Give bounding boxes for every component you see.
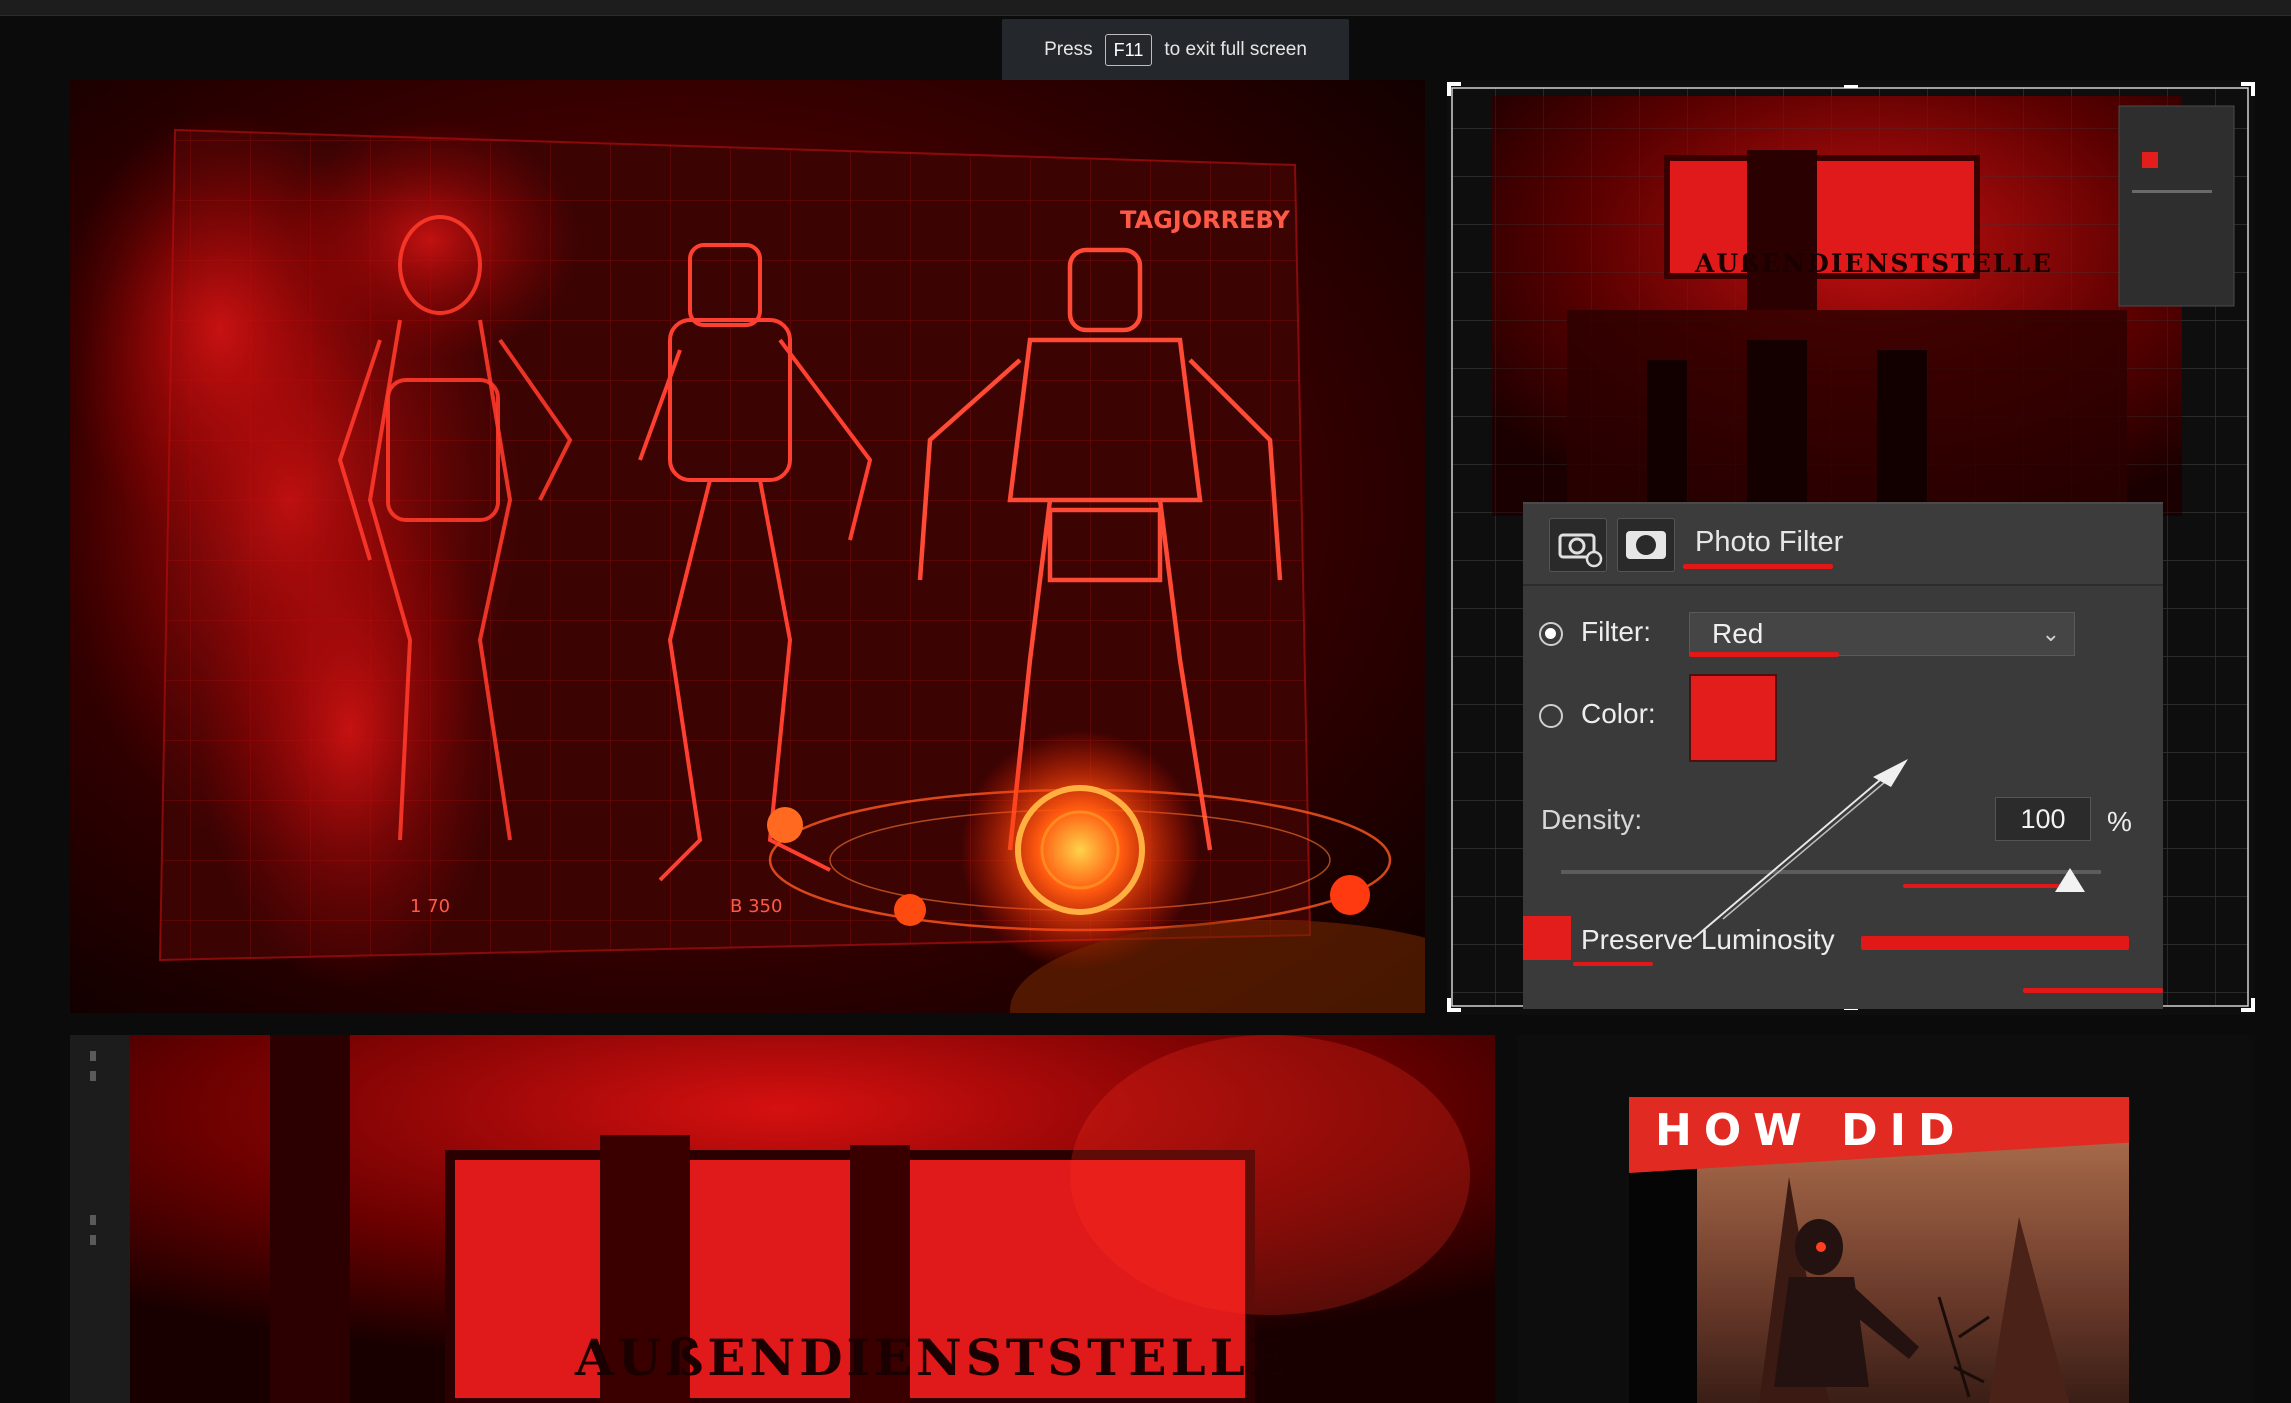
robot-blueprint-artwork: TAGJORREBY 1 70 B 350 <box>70 80 1425 1013</box>
card-title: HOW DID <box>1655 1105 1967 1156</box>
fullscreen-exit-notice: Press F11 to exit full screen <box>1002 19 1349 81</box>
window-top-edge <box>0 0 2291 16</box>
annotation-arrow <box>1692 759 1908 940</box>
density-slider-thumb[interactable] <box>2055 868 2085 892</box>
filter-label: Filter: <box>1581 616 1651 647</box>
title-highlight-stroke <box>1683 564 1833 569</box>
chevron-down-icon: ⌄ <box>2041 621 2060 646</box>
color-radio[interactable] <box>1539 704 1563 728</box>
photo-filter-title: Photo Filter <box>1695 526 1844 558</box>
notice-prefix: Press <box>1044 39 1093 60</box>
filter-radio[interactable] <box>1539 622 1563 646</box>
gallery-image-red-building[interactable]: AUßENDIENSTSTELLE <box>70 1035 1495 1403</box>
density-input[interactable]: 100 <box>1995 797 2091 841</box>
article-card[interactable]: HOW DID <box>1629 1097 2129 1403</box>
adjustment-camera-icon[interactable] <box>1549 518 1607 572</box>
density-unit: % <box>2107 806 2132 837</box>
density-label: Density: <box>1541 804 1643 835</box>
filter-select[interactable]: Red ⌄ <box>1689 612 2075 656</box>
blueprint-label-top: TAGJORREBY <box>1120 206 1290 234</box>
filter-select-value: Red <box>1712 618 1764 649</box>
filter-highlight-stroke <box>1689 652 1839 657</box>
fullscreen-gallery-page: Press F11 to exit full screen TAGJORREBY… <box>0 0 2291 1403</box>
gallery-image-how-did-card[interactable]: HOW DID <box>1517 1035 2255 1403</box>
building-sign-text-large: AUßENDIENSTSTELLE <box>574 1328 1291 1387</box>
preserve-luminosity-checkbox[interactable] <box>1523 916 1571 960</box>
preserve-underline-stroke <box>1573 962 1653 966</box>
red-building-artwork: AUßENDIENSTSTELLE <box>70 1035 1495 1403</box>
f11-key: F11 <box>1104 34 1153 66</box>
gallery-image-photo-filter[interactable]: AUßENDIENSTSTELLE Photo Filter Filter: R… <box>1447 80 2255 1015</box>
layer-mask-icon[interactable] <box>1617 518 1675 572</box>
building-sign-text: AUßENDIENSTSTELLE <box>1694 249 2053 278</box>
photo-filter-panel: Photo Filter Filter: Red ⌄ Color: Densit… <box>1523 502 2163 1009</box>
bottom-highlight-stroke <box>2023 988 2163 993</box>
photo-filter-header: Photo Filter <box>1523 504 2163 586</box>
density-slider-highlight <box>1903 884 2073 888</box>
blueprint-label-mid: B 350 <box>730 896 782 917</box>
blueprint-label-left: 1 70 <box>410 896 450 917</box>
notice-suffix: to exit full screen <box>1164 39 1307 60</box>
gallery-image-robot-blueprint[interactable]: TAGJORREBY 1 70 B 350 <box>70 80 1425 1013</box>
color-label: Color: <box>1581 698 1656 729</box>
